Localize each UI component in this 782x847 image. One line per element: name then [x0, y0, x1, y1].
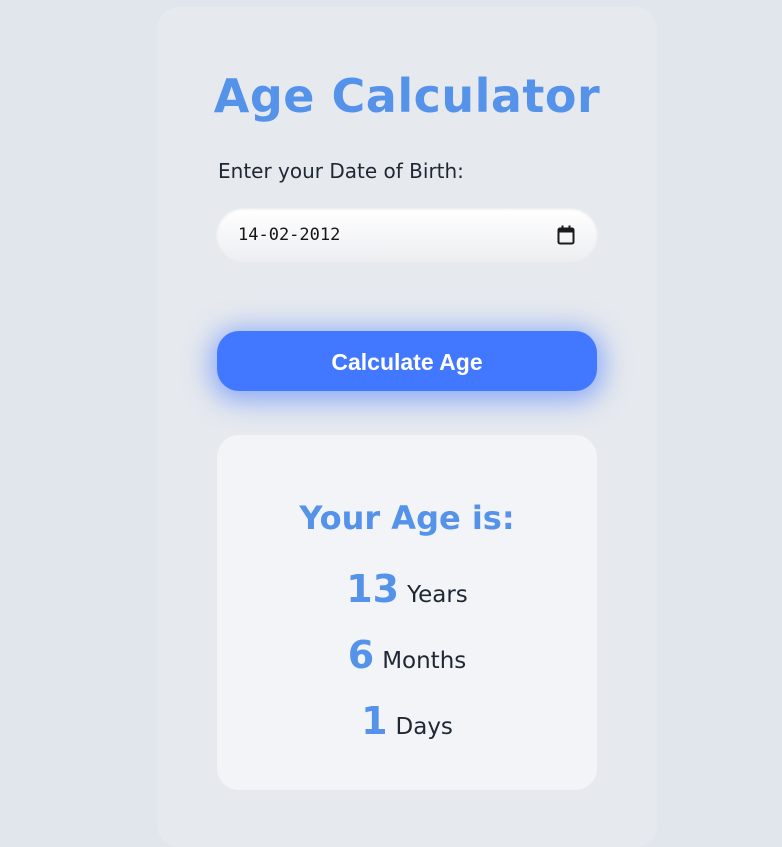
dob-date-input[interactable]: 14-02-2012 [217, 209, 597, 261]
days-row: 1 Days [217, 699, 597, 743]
result-panel: Your Age is: 13 Years 6 Months 1 Days [217, 435, 597, 790]
calculate-age-button[interactable]: Calculate Age [217, 331, 597, 391]
days-unit: Days [395, 714, 453, 740]
months-unit: Months [382, 648, 467, 674]
years-value: 13 [346, 567, 400, 611]
days-value: 1 [361, 699, 388, 743]
years-row: 13 Years [217, 567, 597, 611]
months-row: 6 Months [217, 633, 597, 677]
calendar-icon[interactable] [557, 225, 575, 245]
dob-label: Enter your Date of Birth: [218, 159, 464, 183]
months-value: 6 [347, 633, 375, 677]
result-heading: Your Age is: [299, 499, 515, 537]
years-unit: Years [407, 582, 468, 608]
age-calculator-card: Age Calculator Enter your Date of Birth:… [157, 7, 657, 847]
dob-date-value[interactable]: 14-02-2012 [238, 225, 340, 245]
page-title: Age Calculator [213, 69, 601, 123]
